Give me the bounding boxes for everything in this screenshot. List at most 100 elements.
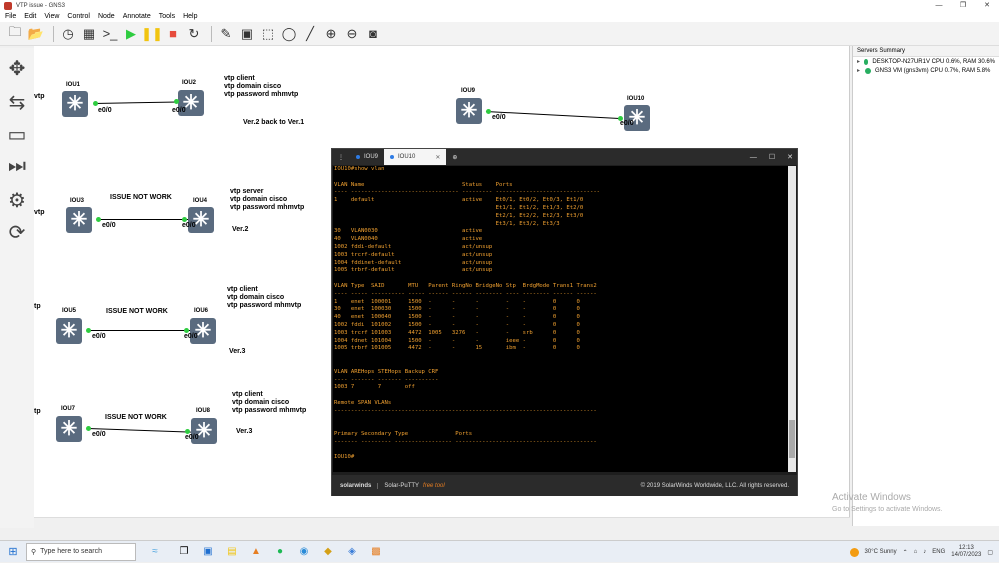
interface-label: e0/0	[182, 222, 196, 229]
folder-open-icon[interactable]: 📂	[27, 25, 45, 43]
router-icon[interactable]: ✥	[5, 56, 29, 80]
minimize-icon[interactable]: —	[750, 154, 757, 161]
notification-icon[interactable]: ▢	[987, 549, 993, 556]
task-view-icon[interactable]: ❐	[174, 543, 194, 561]
close-tab-icon[interactable]: ✕	[435, 154, 440, 161]
folder-new-icon[interactable]: 🗀	[6, 24, 24, 43]
switch-node-iou4[interactable]: ✳	[188, 207, 214, 233]
note-vtp-client-3[interactable]: vtp client vtp domain cisco vtp password…	[232, 391, 306, 415]
chevron-up-icon[interactable]: ⌃	[903, 549, 908, 556]
grid-icon[interactable]: ▦	[80, 25, 98, 43]
link-iou5-iou6[interactable]	[88, 330, 190, 331]
menu-edit[interactable]: Edit	[24, 12, 36, 22]
chevron-right-icon[interactable]: ▸	[857, 67, 865, 74]
chevron-right-icon[interactable]: ▸	[857, 58, 864, 65]
edge-icon[interactable]: ◉	[294, 543, 314, 561]
note-issue-2[interactable]: ISSUE NOT WORK	[106, 308, 168, 316]
canvas-horizontal-scrollbar[interactable]	[34, 517, 850, 526]
switch-node-iou10[interactable]: ✳	[624, 105, 650, 131]
session-status-icon	[390, 155, 395, 159]
spotify-icon[interactable]: ●	[270, 543, 290, 561]
switch-icon: ✳	[70, 209, 88, 231]
menu-annotate[interactable]: Annotate	[123, 12, 151, 22]
taskbar-clock[interactable]: 12:13 14/07/2023	[951, 545, 981, 559]
server-item-local[interactable]: ▸ DESKTOP-N27UR1V CPU 0.6%, RAM 30.6%	[853, 57, 999, 66]
language-indicator[interactable]: ENG	[932, 549, 945, 555]
gns3-taskbar-icon[interactable]: ▩	[366, 543, 386, 561]
note-version-2[interactable]: Ver.2	[232, 226, 248, 234]
vlc-icon[interactable]: ▲	[246, 543, 266, 561]
volume-icon[interactable]: ♪	[923, 549, 926, 555]
switch-node-iou6[interactable]: ✳	[190, 318, 216, 344]
switch-node-iou3[interactable]: ✳	[66, 207, 92, 233]
chrome-icon[interactable]: ◈	[342, 543, 362, 561]
interface-label: e0/0	[92, 431, 106, 438]
menu-tools[interactable]: Tools	[159, 12, 175, 22]
note-version-3b[interactable]: Ver.3	[236, 428, 252, 436]
menu-bar: File Edit View Control Node Annotate Too…	[0, 12, 999, 22]
close-button[interactable]: ✕	[975, 0, 999, 12]
store-icon[interactable]: ▣	[198, 543, 218, 561]
menu-node[interactable]: Node	[98, 12, 115, 22]
note-vtp-client-1[interactable]: vtp client vtp domain cisco vtp password…	[224, 75, 298, 99]
zoom-in-icon[interactable]: ⊕	[322, 25, 340, 43]
menu-view[interactable]: View	[44, 12, 59, 22]
screenshot-icon[interactable]: ◙	[364, 25, 382, 43]
maximize-button[interactable]: ❐	[951, 0, 975, 12]
close-icon[interactable]: ✕	[787, 153, 793, 161]
link-iou1-iou2[interactable]	[94, 101, 179, 104]
activation-subtitle: Go to Settings to activate Windows.	[832, 506, 943, 513]
menu-control[interactable]: Control	[67, 12, 90, 22]
shark-icon[interactable]: ≈	[140, 543, 170, 561]
edit-icon[interactable]: ✎	[217, 25, 235, 43]
note-issue-3[interactable]: ISSUE NOT WORK	[105, 414, 167, 422]
switch-icon[interactable]: ⇆	[5, 90, 29, 114]
link-iou9-iou10[interactable]	[485, 111, 622, 120]
switch-node-iou7[interactable]: ✳	[56, 416, 82, 442]
taskbar-search[interactable]: ⚲ Type here to search	[26, 542, 136, 561]
terminal-output[interactable]: IOU10#show vlan VLAN Name Status Ports -…	[333, 166, 788, 472]
weather-text[interactable]: 30°C Sunny	[865, 549, 897, 555]
system-tray: 30°C Sunny ⌃ ⌂ ♪ ENG 12:13 14/07/2023 ▢	[849, 541, 993, 563]
security-device-icon[interactable]: ⏭	[5, 154, 29, 178]
switch-node-iou1[interactable]: ✳	[62, 91, 88, 117]
note-vtp-client-2[interactable]: vtp client vtp domain cisco vtp password…	[227, 286, 301, 310]
terminal-icon[interactable]: >_	[101, 25, 119, 43]
note-version-3a[interactable]: Ver.3	[229, 348, 245, 356]
menu-file[interactable]: File	[5, 12, 16, 22]
rectangle-icon[interactable]: ⬚	[259, 25, 277, 43]
server-item-vm[interactable]: ▸ GNS3 VM (gns3vm) CPU 0.7%, RAM 5.8%	[853, 66, 999, 75]
clock-icon[interactable]: ◷	[59, 25, 77, 43]
all-devices-icon[interactable]: ⚙	[5, 188, 29, 212]
zoom-out-icon[interactable]: ⊖	[343, 25, 361, 43]
ellipse-icon[interactable]: ◯	[280, 25, 298, 43]
link-iou3-iou4[interactable]	[98, 219, 188, 220]
add-link-icon[interactable]: ⟳	[5, 220, 29, 244]
note-version-1[interactable]: Ver.2 back to Ver.1	[243, 119, 304, 127]
pause-icon[interactable]: ❚❚	[141, 25, 163, 43]
minimize-button[interactable]: —	[927, 0, 951, 12]
end-device-icon[interactable]: ▭	[5, 122, 29, 146]
switch-node-iou5[interactable]: ✳	[56, 318, 82, 344]
note-vtp-server[interactable]: vtp server vtp domain cisco vtp password…	[230, 188, 304, 212]
switch-node-iou9[interactable]: ✳	[456, 98, 482, 124]
explorer-icon[interactable]: ▤	[222, 543, 242, 561]
reload-icon[interactable]: ↻	[185, 25, 203, 43]
tab-iou10[interactable]: IOU10 ✕	[384, 149, 447, 165]
node-label-iou4: IOU4	[193, 198, 208, 204]
note-issue-1[interactable]: ISSUE NOT WORK	[110, 194, 172, 202]
network-icon[interactable]: ⌂	[914, 549, 918, 555]
line-icon[interactable]: ╱	[301, 25, 319, 43]
stop-icon[interactable]: ■	[164, 25, 182, 43]
maximize-icon[interactable]: ☐	[769, 153, 775, 161]
menu-help[interactable]: Help	[183, 12, 197, 22]
terminal-scrollbar[interactable]	[788, 166, 796, 472]
app-icon[interactable]: ◆	[318, 543, 338, 561]
scrollbar-thumb[interactable]	[789, 420, 795, 458]
play-icon[interactable]: ▶	[122, 25, 140, 43]
windows-start-icon[interactable]: ⊞	[0, 545, 26, 558]
menu-dots-icon[interactable]: ⋮	[332, 149, 350, 165]
image-icon[interactable]: ▣	[238, 25, 256, 43]
tab-iou9[interactable]: IOU9	[350, 149, 384, 165]
new-tab-icon[interactable]: ⊕	[446, 149, 463, 165]
